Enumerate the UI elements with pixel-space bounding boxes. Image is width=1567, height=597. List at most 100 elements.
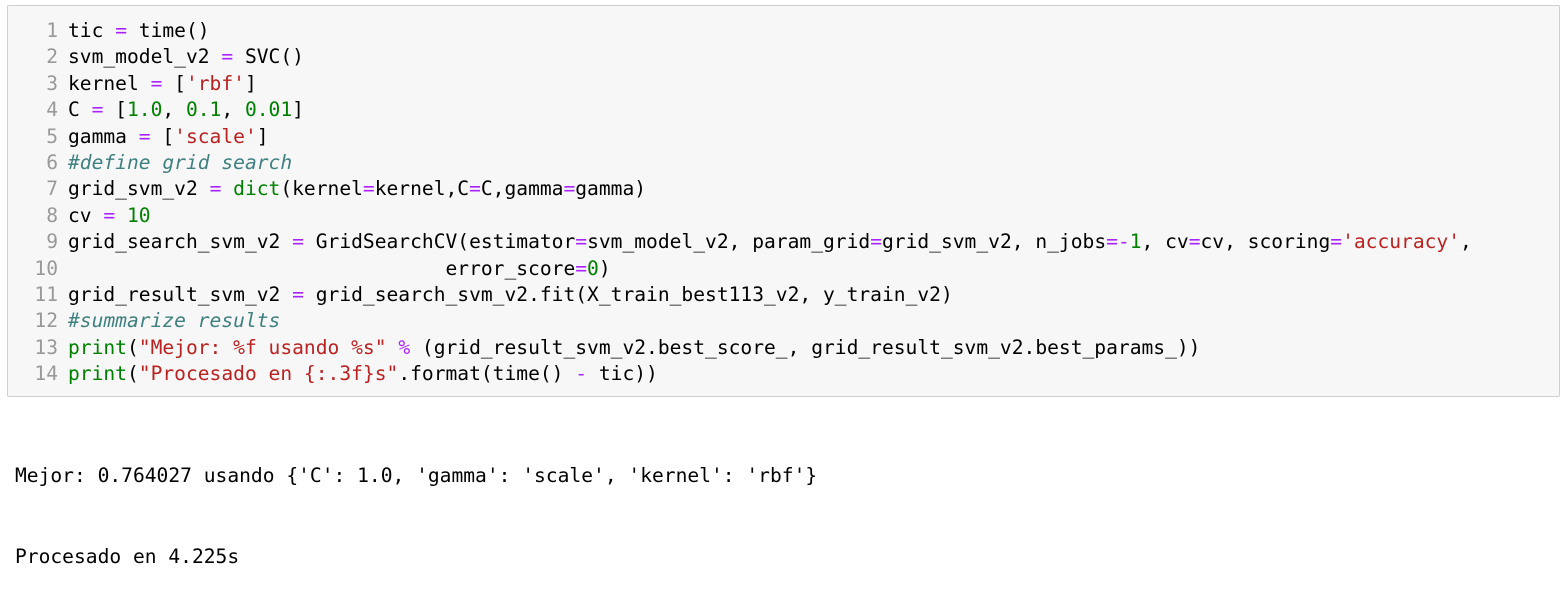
code-token: = (115, 19, 127, 42)
code-token: 'accuracy' (1342, 230, 1461, 254)
code-token: kernel,C (374, 177, 470, 201)
code-token: =- (1106, 230, 1130, 254)
code-line: 9 grid_search_svm_v2 = GridSearchCV(estim… (8, 229, 1559, 255)
line-number: 5 (46, 124, 58, 148)
code-token: 'rbf' (185, 71, 245, 95)
code-token: 1 (1129, 230, 1142, 254)
code-line: 4C = [1.0, 0.1, 0.01] (8, 97, 1559, 123)
code-token: print (68, 335, 127, 359)
code-token: print (68, 362, 127, 386)
code-token: ( (126, 362, 139, 386)
code-token: = (575, 256, 588, 280)
code-text: error_score=0) (58, 256, 611, 282)
code-token: = (362, 177, 375, 201)
code-token: , (1460, 230, 1472, 254)
code-token: tic)) (587, 362, 658, 386)
code-token: "Mejor: %f usando %s" (138, 335, 387, 359)
code-text: C = [1.0, 0.1, 0.01] (58, 97, 304, 123)
code-token: , (162, 98, 186, 122)
code-token: = (292, 230, 304, 254)
code-token: = (103, 203, 116, 227)
code-token: "Procesado en {:.3f}s" (138, 362, 399, 386)
code-token: (kernel (280, 177, 363, 201)
code-token: grid_search_svm_v2 (68, 230, 293, 254)
code-token: dict (233, 177, 281, 201)
code-token: = (469, 177, 481, 201)
code-line: 7 grid_svm_v2 = dict(kernel=kernel,C=C,ga… (8, 176, 1559, 202)
code-token: = (209, 177, 222, 201)
line-number: 11 (34, 282, 58, 306)
code-token: 'scale' (174, 124, 257, 148)
code-token: SVC() (233, 45, 304, 69)
line-number: 10 (34, 256, 58, 280)
line-number: 13 (34, 335, 58, 359)
line-number: 4 (46, 98, 58, 122)
code-token: gamma (68, 124, 139, 148)
code-token: = (1330, 230, 1343, 254)
line-number: 6 (46, 150, 58, 174)
code-token: 0 (587, 256, 599, 280)
line-number: 1 (46, 19, 58, 42)
line-number: 9 (46, 230, 58, 254)
code-text: grid_search_svm_v2 = GridSearchCV(estima… (58, 229, 1472, 255)
code-token: 1.0 (126, 98, 163, 122)
code-text: #summarize results (58, 308, 280, 334)
code-line: 8 cv = 10 (8, 203, 1559, 229)
code-token: 10 (126, 203, 151, 227)
code-token: = (575, 230, 588, 254)
line-number: 14 (34, 362, 58, 386)
code-cell-input[interactable]: 1 tic = time() 2 svm_model_v2 = SVC() 3 kerne… (7, 5, 1560, 397)
code-token: gamma) (575, 177, 647, 201)
code-token: error_score (68, 256, 576, 280)
line-number: 3 (46, 71, 58, 95)
code-token: kernel (68, 71, 151, 95)
line-number: 12 (34, 309, 58, 333)
code-token: cv, scoring (1200, 230, 1331, 254)
code-token: = (221, 45, 234, 69)
code-line: 5 gamma = ['scale'] (8, 124, 1559, 150)
code-token: , cv (1141, 230, 1189, 254)
code-line: 3 kernel = ['rbf'] (8, 71, 1559, 97)
code-token: grid_search_svm_v2.fit(X_train_best113_v… (303, 282, 953, 306)
code-line: 2 svm_model_v2 = SVC() (8, 44, 1559, 70)
code-token: [ (103, 98, 127, 122)
code-token: ( (126, 335, 139, 359)
code-token: GridSearchCV(estimator (303, 230, 576, 254)
code-text: tic = time() (58, 18, 210, 44)
code-token: [ (162, 71, 186, 95)
code-line: 12 #summarize results (8, 308, 1559, 334)
code-cell-output: Mejor: 0.764027 usando {'C': 1.0, 'gamma… (15, 408, 817, 597)
line-number: 8 (46, 203, 58, 227)
code-token: ] (244, 71, 257, 95)
code-token: tic (68, 19, 116, 42)
code-token: = (563, 177, 576, 201)
output-line-2: Procesado en 4.225s (15, 545, 240, 568)
code-token: svm_model_v2, param_grid (587, 230, 871, 254)
code-line: 13 print("Mejor: %f usando %s" % (grid_re… (8, 335, 1559, 361)
code-token: cv (68, 203, 104, 227)
code-token: , (221, 98, 245, 122)
code-token: 0.1 (185, 98, 222, 122)
code-token: ) (598, 256, 611, 280)
code-text: svm_model_v2 = SVC() (58, 44, 304, 70)
line-number: 2 (46, 45, 58, 69)
code-text: print("Procesado en {:.3f}s".format(time… (58, 361, 658, 387)
output-line-1: Mejor: 0.764027 usando {'C': 1.0, 'gamma… (15, 464, 818, 487)
code-text: cv = 10 (58, 203, 151, 229)
code-token: grid_result_svm_v2 (68, 282, 293, 306)
code-token: #summarize results (68, 309, 281, 333)
code-token: .format(time() (398, 362, 576, 386)
code-token: = (91, 98, 104, 122)
code-token: (grid_result_svm_v2.best_score_, grid_re… (410, 335, 1201, 359)
code-text: kernel = ['rbf'] (58, 71, 257, 97)
code-token: grid_svm_v2 (68, 177, 210, 201)
code-line: 10 error_score=0) (8, 256, 1559, 282)
code-token: = (292, 282, 304, 306)
code-token: grid_svm_v2, n_jobs (881, 230, 1107, 254)
code-token: time() (126, 19, 210, 42)
code-line: 11 grid_result_svm_v2 = grid_search_svm_v… (8, 282, 1559, 308)
code-token: % (398, 335, 411, 359)
code-token: = (138, 124, 151, 148)
